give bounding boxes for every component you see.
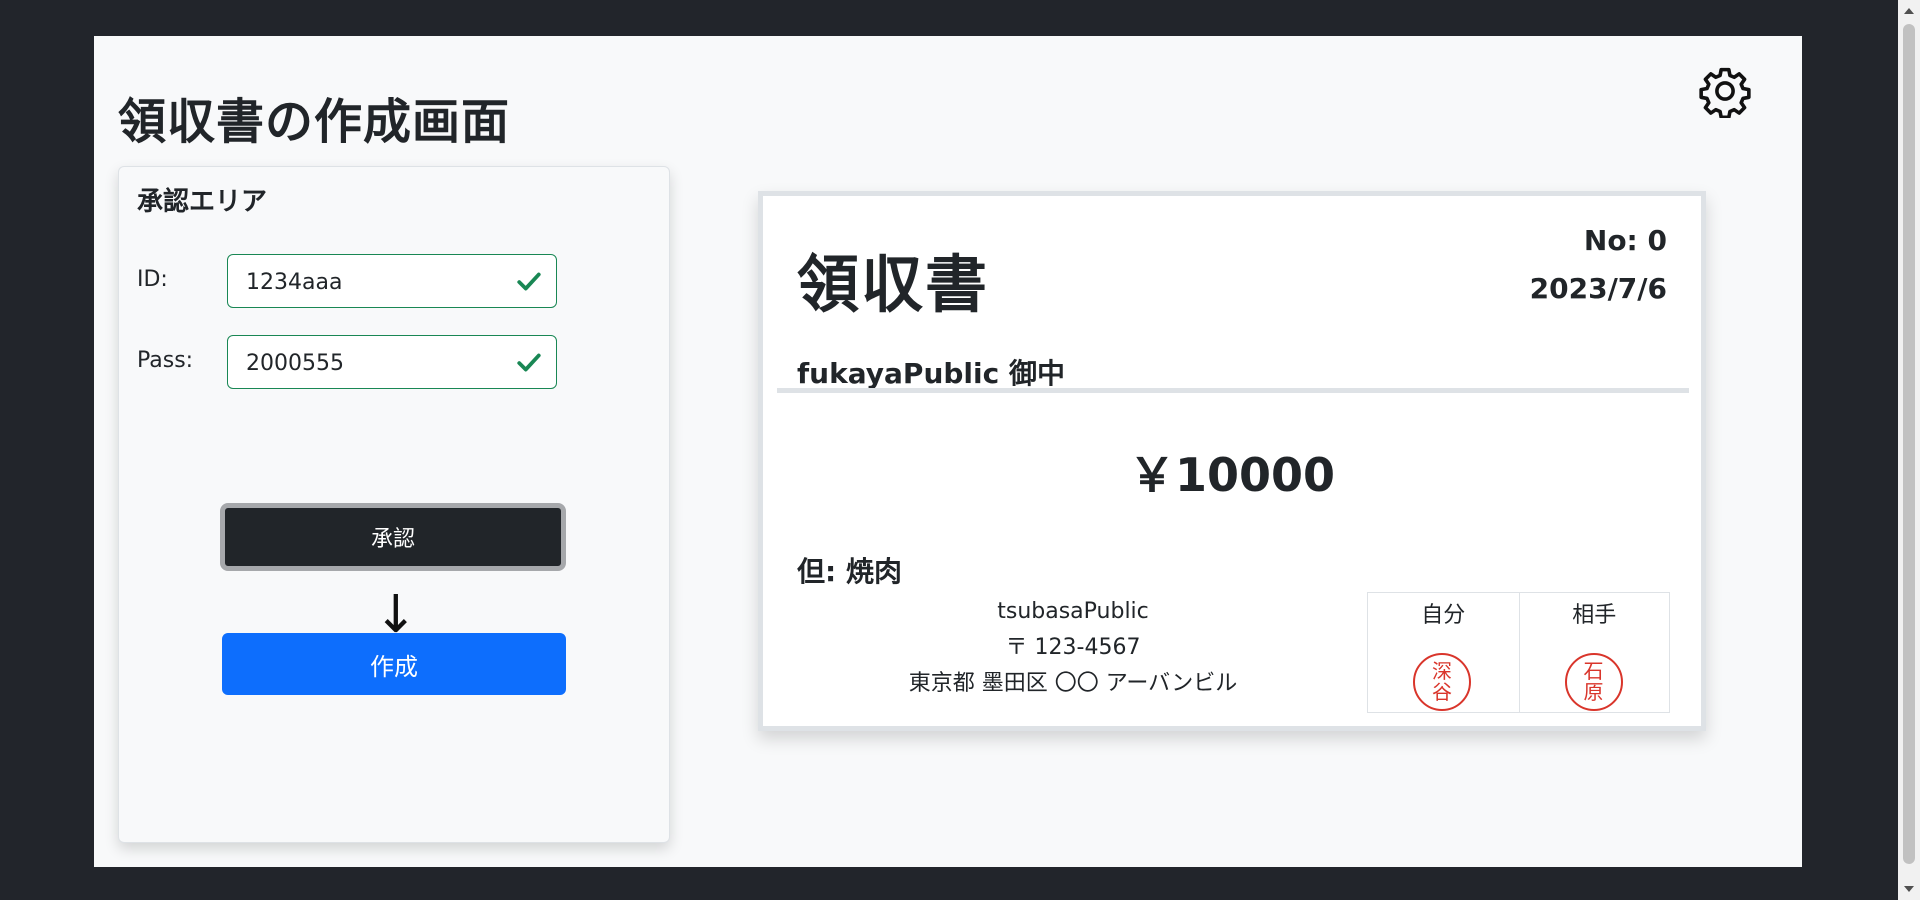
issuer-block: tsubasaPublic 〒 123-4567 東京都 墨田区 〇〇 アーバン… — [863, 594, 1283, 702]
seal-char: 石 — [1583, 659, 1604, 683]
page-scrollbar[interactable] — [1898, 0, 1920, 900]
seal-char: 谷 — [1432, 680, 1452, 704]
seal-char: 深 — [1432, 659, 1452, 683]
recipient-divider — [777, 388, 1689, 393]
create-button[interactable]: 作成 — [222, 633, 566, 695]
approval-panel-title: 承認エリア — [137, 187, 268, 217]
approve-button[interactable]: 承認 — [220, 503, 566, 571]
pass-field[interactable] — [227, 335, 557, 389]
scroll-up-arrow-icon[interactable] — [1904, 8, 1914, 14]
stamp-table: 自分 深 谷 相手 石 原 — [1367, 592, 1670, 713]
stamp-cell-partner: 相手 石 原 — [1518, 593, 1670, 712]
pass-input[interactable] — [246, 348, 506, 378]
id-field[interactable] — [227, 254, 557, 308]
receipt-preview: 領収書 No: 0 2023/7/6 fukayaPublic 御中 ￥1000… — [758, 191, 1706, 731]
page-title: 領収書の作成画面 — [118, 94, 511, 150]
seal-stamp-partner: 石 原 — [1564, 653, 1623, 711]
settings-gear-icon[interactable] — [1698, 64, 1752, 120]
stamp-cell-self: 自分 深 谷 — [1368, 593, 1519, 712]
pass-label: Pass: — [137, 348, 194, 373]
check-icon — [517, 353, 541, 372]
receipt-date: 2023/7/6 — [1529, 272, 1667, 305]
approval-panel: 承認エリア ID: Pass: 承認 ↓ 作成 — [118, 166, 670, 843]
id-label: ID: — [137, 267, 168, 292]
check-icon — [517, 272, 541, 291]
receipt-number: No: 0 — [1583, 224, 1667, 257]
receipt-note: 但: 焼肉 — [797, 555, 902, 588]
scroll-down-arrow-icon[interactable] — [1904, 886, 1914, 892]
page-container: 領収書の作成画面 承認エリア ID: Pass: 承認 ↓ 作成 領収書 No:… — [94, 36, 1802, 867]
issuer-address: 東京都 墨田区 〇〇 アーバンビル — [908, 671, 1238, 696]
issuer-postal: 〒 123-4567 — [1005, 635, 1141, 660]
id-input[interactable] — [246, 267, 506, 297]
seal-char: 原 — [1583, 680, 1604, 704]
receipt-amount: ￥10000 — [1128, 448, 1336, 502]
receipt-title: 領収書 — [797, 248, 990, 321]
receipt-recipient: fukayaPublic 御中 — [797, 357, 1065, 390]
stamp-label-self: 自分 — [1421, 603, 1466, 628]
issuer-name: tsubasaPublic — [997, 599, 1149, 624]
stamp-label-partner: 相手 — [1572, 603, 1617, 628]
seal-stamp-self: 深 谷 — [1413, 653, 1471, 711]
scrollbar-thumb[interactable] — [1903, 24, 1915, 864]
